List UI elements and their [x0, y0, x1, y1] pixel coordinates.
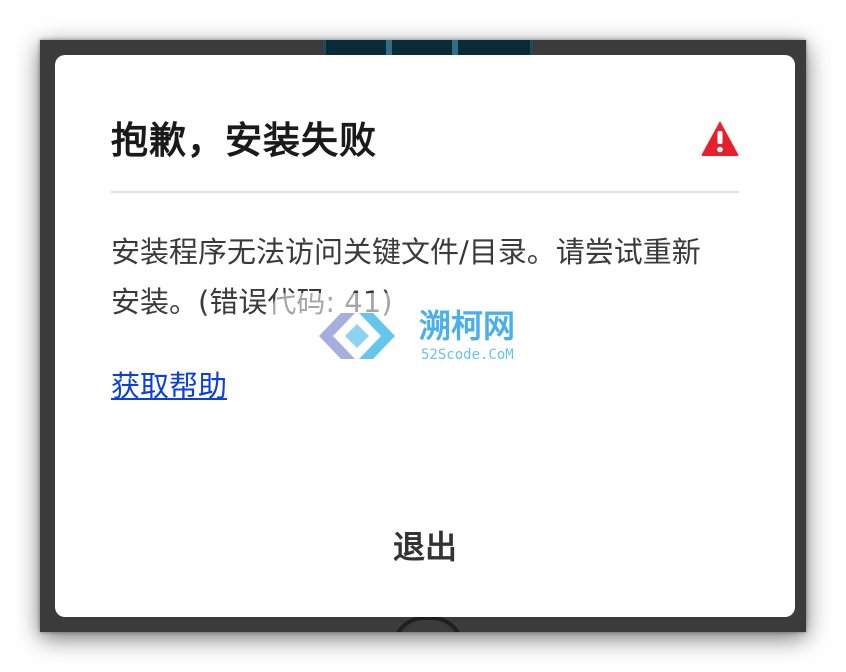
watermark: 溯柯网 52Scode.CoM	[273, 293, 573, 381]
watermark-site: 52Scode.CoM	[421, 347, 514, 363]
dialog-title: 抱歉，安装失败	[111, 119, 377, 162]
background-bottom-icon	[392, 616, 464, 632]
exit-button[interactable]: 退出	[355, 515, 495, 575]
warning-triangle-icon	[701, 121, 739, 156]
title-divider	[111, 191, 739, 193]
watermark-logo-icon	[319, 313, 395, 359]
watermark-name: 溯柯网	[419, 307, 516, 345]
get-help-link[interactable]: 获取帮助	[111, 361, 227, 411]
screen: 抱歉，安装失败 安装程序无法访问关键文件/目录。请尝试重新安装。(错误代码: 4…	[0, 0, 846, 672]
error-dialog: 抱歉，安装失败 安装程序无法访问关键文件/目录。请尝试重新安装。(错误代码: 4…	[55, 55, 795, 617]
